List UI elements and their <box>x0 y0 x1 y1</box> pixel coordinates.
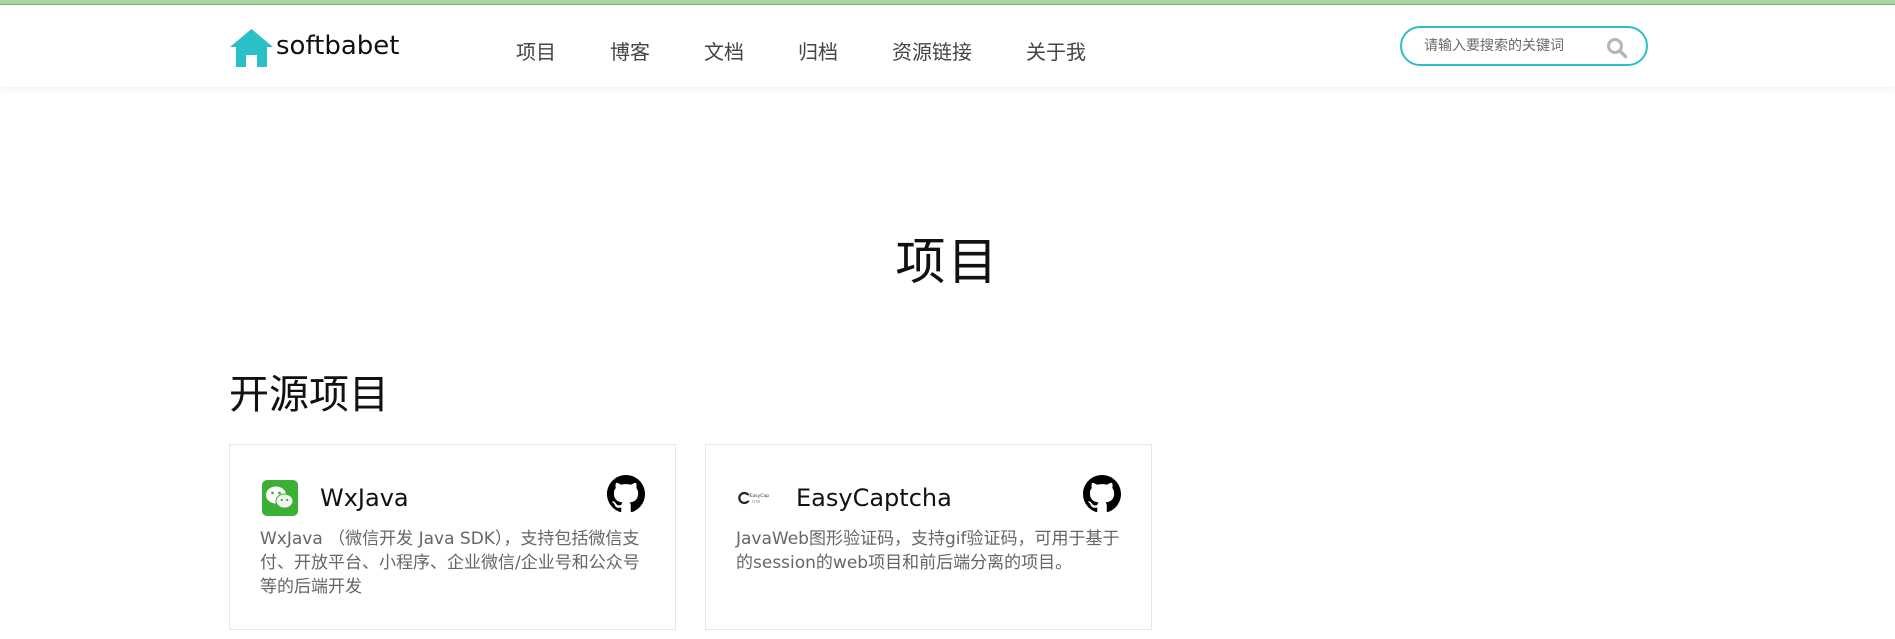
project-card-easycaptcha[interactable]: EasyCap tcha EasyCaptcha JavaWeb图形验证码，支持… <box>705 444 1152 630</box>
nav-item-projects[interactable]: 项目 <box>516 36 556 65</box>
svg-text:tcha: tcha <box>752 500 760 504</box>
project-description: WxJava （微信开发 Java SDK），支持包括微信支付、开放平台、小程序… <box>260 529 640 597</box>
section-title: 开源项目 <box>229 372 389 418</box>
nav-item-resources[interactable]: 资源链接 <box>892 36 972 65</box>
nav-item-about[interactable]: 关于我 <box>1026 36 1086 65</box>
search-icon[interactable] <box>1606 37 1628 59</box>
search-input[interactable] <box>1424 38 1599 54</box>
wechat-logo-icon <box>262 480 298 516</box>
site-header: softbabet 项目 博客 文档 归档 资源链接 关于我 <box>0 5 1895 87</box>
github-icon[interactable] <box>1083 475 1121 513</box>
svg-text:EasyCap: EasyCap <box>750 493 770 499</box>
nav-item-blog[interactable]: 博客 <box>610 36 650 65</box>
project-name: WxJava <box>320 484 409 512</box>
easycaptcha-logo-icon: EasyCap tcha <box>738 491 770 505</box>
nav-item-docs[interactable]: 文档 <box>704 36 744 65</box>
search-box <box>1400 26 1648 66</box>
site-logo[interactable]: softbabet <box>229 28 399 68</box>
project-card-wxjava[interactable]: WxJava WxJava （微信开发 Java SDK），支持包括微信支付、开… <box>229 444 676 630</box>
github-icon[interactable] <box>607 475 645 513</box>
site-name: softbabet <box>276 31 400 61</box>
page-title: 项目 <box>895 233 1000 291</box>
project-description: JavaWeb图形验证码，支持gif验证码，可用于基于的session的web项… <box>736 529 1120 573</box>
project-name: EasyCaptcha <box>796 484 952 512</box>
nav-item-archive[interactable]: 归档 <box>798 36 838 65</box>
home-icon <box>230 29 273 67</box>
main-nav: 项目 博客 文档 归档 资源链接 关于我 <box>516 36 1140 65</box>
